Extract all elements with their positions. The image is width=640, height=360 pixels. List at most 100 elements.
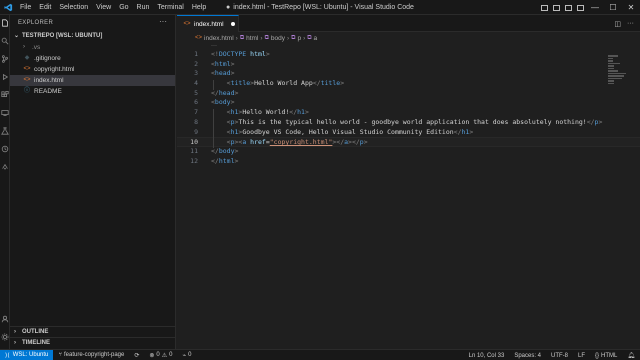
line-number: 11 [190,146,198,155]
toggle-primary-sidebar-icon[interactable] [538,0,550,15]
menu-run[interactable]: Run [133,0,154,15]
remote-explorer-icon[interactable] [1,109,9,117]
antenna-icon: ⌁ [182,352,187,359]
branch-indicator[interactable]: ⑂ feature-copyright-page [53,352,129,358]
breadcrumb-item[interactable]: body [271,35,285,42]
menu-go[interactable]: Go [115,0,132,15]
code-line[interactable]: 4 <title>Hello World App</title> [177,79,640,89]
menu-bar: File Edit Selection View Go Run Terminal Help [16,0,210,15]
code-line[interactable]: 1 <!DOCTYPE html> [177,50,640,60]
code-line[interactable]: 6 <body> [177,98,640,108]
tab-index-html[interactable]: <> index.html [177,15,239,32]
editor-area: <> index.html ◫ ··· <> index.html › ⧉ html › ⧉… [177,15,640,349]
code-token: title [320,79,341,88]
code-token: > [234,88,239,97]
search-icon[interactable] [1,37,9,45]
code-line[interactable]: 3 <head> [177,69,640,79]
timeline-section-header[interactable]: › TIMELINE [10,337,176,348]
end-of-line[interactable]: LF [573,353,590,359]
file-item-index-html[interactable]: <> index.html [10,75,175,86]
breadcrumb-item[interactable]: html [246,35,258,42]
sync-indicator[interactable]: ⟳ [129,352,144,359]
code-token: </ [336,138,345,147]
code-token: Hello World! [242,108,290,117]
warning-icon: ⚠ [161,352,168,359]
remote-indicator[interactable]: ⟩⟨ WSL: Ubuntu [0,349,54,360]
code-token: h1 [297,108,305,117]
code-token: ></ [348,138,360,147]
unsaved-dot-icon[interactable] [230,22,235,26]
breadcrumb-item[interactable]: a [314,35,318,42]
minimap[interactable] [608,55,626,85]
close-button[interactable]: ✕ [622,0,640,15]
customize-layout-icon[interactable] [574,0,586,15]
source-control-icon[interactable] [1,55,9,63]
code-text: </html> [211,157,238,167]
file-label: .gitignore [34,55,61,62]
testing-icon[interactable] [1,127,9,135]
sidebar-more-actions-icon[interactable]: ··· [159,15,167,29]
breadcrumb-item[interactable]: index.html [204,35,234,42]
code-line[interactable]: 10 <p><a href="copyright.html"></a></p> [177,137,640,147]
breadcrumb-separator: › [235,34,238,42]
toggle-panel-icon[interactable] [550,0,562,15]
menu-selection[interactable]: Selection [55,0,92,15]
live-share-icon[interactable] [1,163,9,171]
toggle-secondary-sidebar-icon[interactable] [562,0,574,15]
outline-label: OUTLINE [22,328,49,335]
warning-count: 0 [169,352,173,358]
menu-view[interactable]: View [92,0,115,15]
menu-help[interactable]: Help [188,0,210,15]
code-line[interactable]: 8 <p>This is the typical hello world - g… [177,118,640,128]
code-token: > [234,146,239,155]
run-debug-icon[interactable] [1,73,9,81]
code-editor[interactable]: 1 <!DOCTYPE html> 2 <html> 3 <head> 4 <title>H… [177,50,640,166]
code-line[interactable]: 12 </html> [177,157,640,167]
outline-section-header[interactable]: › OUTLINE [10,326,176,337]
indentation[interactable]: Spaces: 4 [509,353,546,359]
manage-gear-icon[interactable] [1,333,9,341]
minimize-button[interactable]: — [586,0,604,15]
menu-file[interactable]: File [16,0,35,15]
workspace-root-header[interactable]: ⌄ TESTREPO [WSL: UBUNTU] [10,31,175,42]
breadcrumb: <> index.html › ⧉ html › ⧉ body › ⧉ p › ⧉ a [177,32,640,44]
extensions-icon[interactable] [1,91,9,99]
file-item-dot-gitignore[interactable]: ◆ .gitignore [10,53,175,64]
problems-indicator[interactable]: ⊗ 0 ⚠ 0 [144,352,177,359]
code-token: </ [586,117,595,126]
code-token: head [218,88,235,97]
code-line[interactable]: 5 </head> [177,89,640,99]
code-token: href [250,138,266,147]
line-number: 6 [194,98,198,107]
explorer-icon[interactable] [1,19,9,27]
titlebar-controls: — ☐ ✕ [538,0,640,15]
code-token: > [304,108,309,117]
breadcrumb-item[interactable]: p [297,35,301,42]
notifications-bell-icon[interactable]: 🔔︎ [622,352,640,359]
line-number: 3 [194,69,198,78]
split-editor-icon[interactable]: ◫ [614,20,621,28]
file-item-copyright-html[interactable]: <> copyright.html [10,64,175,75]
tab-label: index.html [194,20,224,28]
accounts-icon[interactable] [1,315,9,323]
maximize-button[interactable]: ☐ [604,0,622,15]
language-mode[interactable]: {} HTML [590,353,622,359]
code-token: > [598,117,603,126]
more-actions-icon[interactable]: ··· [627,20,634,27]
encoding[interactable]: UTF-8 [546,353,573,359]
ports-indicator[interactable]: ⌁ 0 [178,352,197,359]
code-line[interactable]: 11 </body> [177,147,640,157]
file-item-readme[interactable]: ⓘ README [10,86,175,97]
code-token: </ [211,88,219,97]
code-line[interactable]: 2 <html> [177,60,640,70]
cursor-position[interactable]: Ln 10, Col 33 [464,353,510,359]
code-line[interactable]: 7 <h1>Hello World!</h1> [177,108,640,118]
file-tree: › .vs ◆ .gitignore <> copyright.html <> index.h… [10,42,175,97]
timeline-view-icon[interactable] [1,145,9,153]
menu-terminal[interactable]: Terminal [153,0,187,15]
remote-label: WSL: Ubuntu [12,352,49,358]
menu-edit[interactable]: Edit [35,0,55,15]
file-item-dot-vs[interactable]: › .vs [10,42,175,53]
code-line[interactable]: 9 <h1>Goodbye VS Code, Hello Visual Stud… [177,128,640,138]
chevron-down-icon: ⌄ [14,33,20,39]
